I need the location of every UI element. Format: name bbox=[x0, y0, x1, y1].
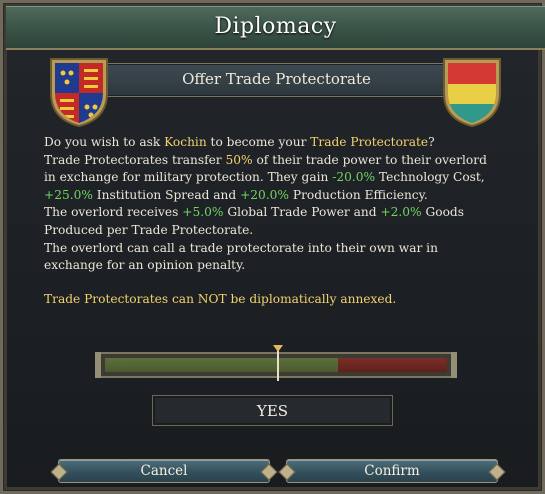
desc-text: Trade Protectorates transfer bbox=[44, 152, 226, 167]
question-prefix: Do you wish to ask bbox=[44, 135, 165, 149]
bar-right-cap bbox=[451, 352, 457, 378]
window-titlebar: Diplomacy bbox=[6, 6, 545, 50]
question-line: Do you wish to ask Kochin to become your… bbox=[44, 134, 499, 152]
cancel-button[interactable]: Cancel bbox=[50, 459, 278, 483]
kochin-flag-icon[interactable] bbox=[440, 55, 504, 127]
desc-text: Institution Spread and bbox=[92, 187, 241, 202]
action-header: Offer Trade Protectorate bbox=[98, 63, 455, 97]
button-ornament-icon bbox=[488, 463, 506, 481]
button-ornament-icon bbox=[260, 463, 278, 481]
tech-cost-value: -20.0% bbox=[332, 170, 376, 185]
subject-type: Trade Protectorate bbox=[310, 135, 429, 149]
overlord-bonus-description: The overlord receives +5.0% Global Trade… bbox=[44, 204, 499, 239]
production-efficiency-value: +20.0% bbox=[240, 187, 289, 202]
goods-produced-value: +2.0% bbox=[380, 205, 422, 220]
confirm-button[interactable]: Confirm bbox=[278, 459, 506, 483]
proposal-description: Do you wish to ask Kochin to become your… bbox=[44, 134, 499, 308]
trade-transfer-value: 50% bbox=[225, 152, 253, 167]
question-mid: to become your bbox=[206, 135, 311, 149]
desc-text: Global Trade Power and bbox=[223, 205, 381, 220]
diplomacy-window: Diplomacy Offer Trade Protectorate Do yo… bbox=[0, 0, 545, 494]
action-title: Offer Trade Protectorate bbox=[182, 70, 371, 88]
acceptance-positive-fill bbox=[105, 358, 338, 372]
desc-text: Production Efficiency. bbox=[289, 187, 428, 202]
call-to-war-description: The overlord can call a trade protectora… bbox=[44, 240, 438, 273]
bar-left-cap bbox=[95, 352, 101, 378]
button-ornament-icon bbox=[278, 463, 296, 481]
player-coat-of-arms-icon[interactable] bbox=[47, 55, 111, 127]
target-country: Kochin bbox=[164, 135, 207, 149]
acceptance-marker-icon bbox=[273, 345, 283, 383]
institution-spread-value: +25.0% bbox=[44, 187, 93, 202]
annex-warning: Trade Protectorates can NOT be diplomati… bbox=[44, 291, 397, 306]
window-title: Diplomacy bbox=[214, 14, 337, 39]
confirm-label: Confirm bbox=[364, 463, 420, 479]
acceptance-result: YES bbox=[152, 395, 393, 426]
global-trade-power-value: +5.0% bbox=[182, 205, 224, 220]
desc-text: Technology Cost, bbox=[375, 170, 485, 185]
trade-power-description: Trade Protectorates transfer 50% of thei… bbox=[44, 152, 499, 205]
cancel-label: Cancel bbox=[140, 463, 188, 479]
question-end: ? bbox=[428, 135, 435, 149]
acceptance-negative-fill bbox=[338, 358, 447, 372]
button-ornament-icon bbox=[50, 463, 68, 481]
desc-text: The overlord receives bbox=[44, 205, 183, 220]
